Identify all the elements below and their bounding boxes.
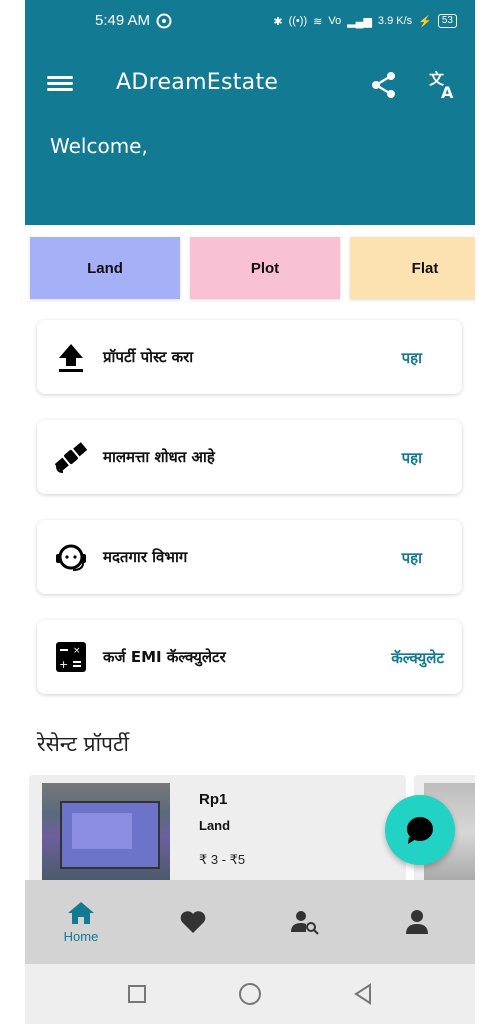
action-card-emi-calculator[interactable]: × + कर्ज EMI कॅल्क्युलेटर कॅल्क्युलेट [37, 620, 462, 694]
translate-button[interactable]: 文 A [428, 70, 460, 102]
action-label: प्रॉपर्टी पोस्ट करा [103, 348, 194, 366]
status-bar-right: ✱ ((•)) ≋ Vo ▂▄▆ 3.9 K/s ⚡ 53 [273, 14, 457, 28]
recent-properties-title: रेसेन्ट प्रॉपर्टी [37, 732, 129, 756]
back-icon[interactable] [351, 982, 375, 1006]
system-navigation-bar [25, 964, 475, 1024]
action-card-post-property[interactable]: प्रॉपर्टी पोस्ट करा पहा [37, 320, 462, 394]
person-icon [406, 910, 428, 934]
app-screen: 5:49 AM ✱ ((•)) ≋ Vo ▂▄▆ 3.9 K/s ⚡ 53 AD… [25, 0, 475, 1024]
view-link[interactable]: पहा [402, 348, 422, 368]
property-price: ₹ 3 - ₹5 [199, 852, 246, 867]
home-icon [68, 902, 94, 924]
frame-left [0, 0, 25, 1024]
action-label: मालमत्ता शोधत आहे [103, 448, 215, 466]
bottom-navigation: Home [25, 880, 475, 964]
app-title: ADreamEstate [116, 70, 279, 95]
svg-text:×: × [73, 646, 81, 656]
property-card[interactable]: Rp1 Land ₹ 3 - ₹5 [29, 775, 406, 885]
bluetooth-icon: ✱ [273, 15, 283, 28]
action-label: मदतगार विभाग [103, 548, 188, 566]
heart-icon [180, 911, 206, 933]
category-flat[interactable]: Flat [350, 237, 475, 299]
hotspot-icon: ((•)) [288, 15, 308, 27]
svg-text:+: + [59, 658, 68, 671]
person-search-icon [291, 911, 319, 935]
satellite-icon [54, 442, 88, 473]
view-link[interactable]: पहा [402, 548, 422, 568]
svg-text:A: A [441, 83, 454, 100]
share-button[interactable] [369, 70, 399, 100]
volte-icon: Vo [328, 15, 342, 27]
calculate-link[interactable]: कॅल्क्युलेट [391, 648, 444, 668]
action-label: कर्ज EMI कॅल्क्युलेटर [103, 648, 226, 666]
property-name: Rp1 [199, 791, 228, 808]
action-card-search-property[interactable]: मालमत्ता शोधत आहे पहा [37, 420, 462, 494]
chat-button[interactable] [385, 795, 455, 865]
translate-icon: 文 A [429, 70, 454, 102]
nav-home-label: Home [63, 929, 99, 944]
frame-right [475, 0, 500, 1024]
signal-icon: ▂▄▆ [347, 15, 372, 28]
nav-home[interactable]: Home [25, 880, 137, 964]
status-time: 5:49 AM [95, 12, 151, 29]
network-speed: 3.9 K/s [377, 15, 413, 27]
share-icon [372, 72, 395, 98]
app-header: 5:49 AM ✱ ((•)) ≋ Vo ▂▄▆ 3.9 K/s ⚡ 53 AD… [25, 0, 475, 225]
sync-icon [156, 13, 172, 28]
category-land[interactable]: Land [30, 237, 180, 299]
calculator-icon: × + [56, 642, 86, 672]
welcome-text: Welcome, [50, 134, 148, 158]
chat-icon [407, 817, 433, 844]
property-image [42, 783, 170, 881]
view-link[interactable]: पहा [402, 448, 422, 468]
property-type: Land [199, 818, 231, 833]
charging-icon: ⚡ [418, 15, 432, 28]
menu-icon [47, 76, 73, 79]
recents-icon[interactable] [125, 982, 149, 1006]
category-plot[interactable]: Plot [190, 237, 340, 299]
nav-favorites[interactable] [137, 880, 249, 964]
upload-icon [59, 344, 83, 372]
home-circle-icon[interactable] [238, 982, 262, 1006]
nav-search-people[interactable] [249, 880, 361, 964]
menu-button[interactable] [47, 73, 73, 95]
nav-profile[interactable] [361, 880, 473, 964]
battery-level: 53 [437, 14, 457, 28]
action-card-help-desk[interactable]: मदतगार विभाग पहा [37, 520, 462, 594]
support-agent-icon [56, 544, 86, 571]
category-chips: Land Plot Flat [30, 237, 475, 299]
wifi-icon: ≋ [313, 15, 323, 28]
status-bar-left: 5:49 AM [95, 12, 172, 29]
